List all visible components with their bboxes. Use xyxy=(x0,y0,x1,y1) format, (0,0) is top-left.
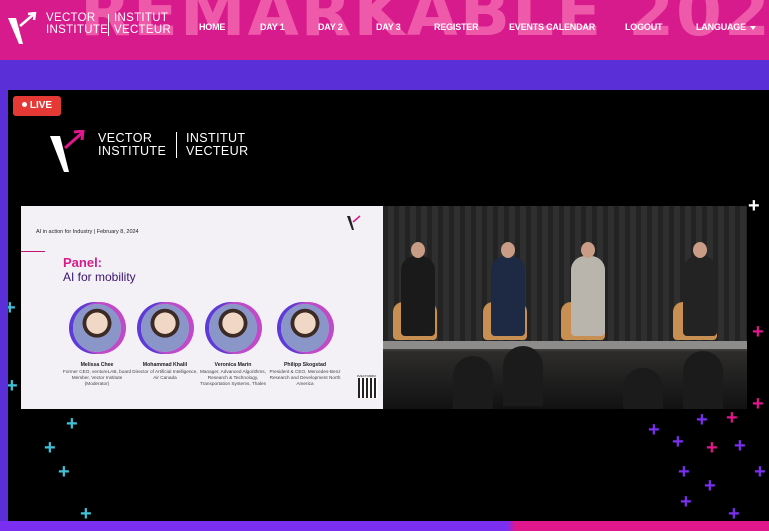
speaker-card: Mohammad Khalil Director of Artificial I… xyxy=(129,304,201,381)
nav-day-3[interactable]: DAY 3 xyxy=(376,22,401,32)
panelist-head xyxy=(501,242,515,258)
nav-day-1[interactable]: DAY 1 xyxy=(260,22,285,32)
chevron-down-icon xyxy=(749,25,756,30)
livestream-player[interactable]: LIVE VECTOR INSTITUTE INSTITUT VECTEUR A… xyxy=(8,90,769,531)
nav-events-calendar[interactable]: EVENTS CALENDAR xyxy=(509,22,595,32)
slide-event-line: AI in action for Industry | February 8, … xyxy=(36,229,139,235)
speaker-avatar xyxy=(209,304,257,352)
speaker-role: Manager, Advanced Algorithms, Research &… xyxy=(200,369,266,386)
live-badge: LIVE xyxy=(13,96,61,116)
stream-logo-text-fr: INSTITUT VECTEUR xyxy=(186,132,249,158)
plus-decoration-icon: + xyxy=(648,419,660,441)
audience-head xyxy=(453,356,493,409)
plus-decoration-icon: + xyxy=(678,461,690,483)
plus-decoration-icon: + xyxy=(726,407,738,429)
vector-logo-icon xyxy=(50,130,85,172)
speaker-card: Melissa Chee Former CEO, ventureLAB, boa… xyxy=(61,304,133,387)
plus-decoration-icon: + xyxy=(680,491,692,513)
plus-decoration-icon: + xyxy=(734,435,746,457)
panelist-head xyxy=(693,242,707,258)
speaker-name: Veronica Marin xyxy=(214,362,252,368)
main-nav: HOME DAY 1 DAY 2 DAY 3 REGISTER EVENTS C… xyxy=(0,22,769,36)
plus-decoration-icon: + xyxy=(752,321,764,343)
slide-panel-label: Panel: xyxy=(63,255,103,270)
plus-decoration-icon: + xyxy=(706,437,718,459)
plus-decoration-icon: + xyxy=(752,393,764,415)
stream-logo-text-en: VECTOR INSTITUTE xyxy=(98,132,166,158)
stream-logo-divider xyxy=(176,132,177,158)
speaker-role: Former CEO, ventureLAB, board Member, Ve… xyxy=(62,369,132,386)
site-header: REMARKABLE 2024 VECTOR INSTITUTE INSTITU… xyxy=(0,0,769,60)
audience-head xyxy=(683,351,723,409)
panel-video-feed xyxy=(383,206,747,409)
audience-head xyxy=(623,368,663,409)
speaker-role: Director of Artificial Intelligence, Air… xyxy=(132,369,198,380)
speaker-card: Veronica Marin Manager, Advanced Algorit… xyxy=(197,304,269,387)
audience-head xyxy=(503,346,543,406)
speaker-role: President & CEO, Mercedes-Benz Research … xyxy=(269,369,341,386)
presentation-slide: AI in action for Industry | February 8, … xyxy=(21,206,383,409)
speaker-avatar xyxy=(73,304,121,352)
bottom-accent-bar xyxy=(0,521,769,531)
slide-topic: AI for mobility xyxy=(63,270,136,284)
plus-decoration-icon: + xyxy=(704,475,716,497)
qr-code-icon xyxy=(358,378,378,398)
stream-logo-vecteur: VECTEUR xyxy=(186,144,249,158)
plus-decoration-icon: + xyxy=(8,375,18,397)
nav-language-dropdown[interactable]: LANGUAGE xyxy=(696,22,756,32)
panelist xyxy=(683,242,717,336)
plus-decoration-icon: + xyxy=(66,413,78,435)
nav-language-label: LANGUAGE xyxy=(696,22,746,32)
speaker-avatar xyxy=(281,304,329,352)
plus-decoration-icon: + xyxy=(44,437,56,459)
speaker-card: Philipp Skogstad President & CEO, Merced… xyxy=(269,304,341,387)
plus-decoration-icon: + xyxy=(754,461,766,483)
speaker-name: Melissa Chee xyxy=(80,362,114,368)
panelist-head xyxy=(411,242,425,258)
stage-floor xyxy=(383,341,747,349)
speaker-avatar xyxy=(141,304,189,352)
plus-decoration-icon: + xyxy=(8,297,16,319)
panelist xyxy=(491,242,525,336)
panelist-head xyxy=(581,242,595,258)
speaker-name: Mohammad Khalil xyxy=(142,362,188,368)
slide-accent-line xyxy=(21,251,45,252)
slide-vector-logo-icon xyxy=(347,215,361,230)
plus-decoration-icon: + xyxy=(58,461,70,483)
panelist xyxy=(571,242,605,336)
nav-day-2[interactable]: DAY 2 xyxy=(318,22,343,32)
stream-logo-institute: INSTITUTE xyxy=(98,144,167,158)
plus-decoration-icon: + xyxy=(672,431,684,453)
speaker-name: Philipp Skogstad xyxy=(283,362,327,368)
nav-home[interactable]: HOME xyxy=(199,22,225,32)
nav-register[interactable]: REGISTER xyxy=(434,22,479,32)
live-dot-icon xyxy=(21,102,27,107)
panelist xyxy=(401,242,435,336)
plus-decoration-icon: + xyxy=(696,409,708,431)
plus-decoration-icon: + xyxy=(748,195,760,217)
live-label: LIVE xyxy=(29,100,53,111)
nav-logout[interactable]: LOGOUT xyxy=(625,22,662,32)
